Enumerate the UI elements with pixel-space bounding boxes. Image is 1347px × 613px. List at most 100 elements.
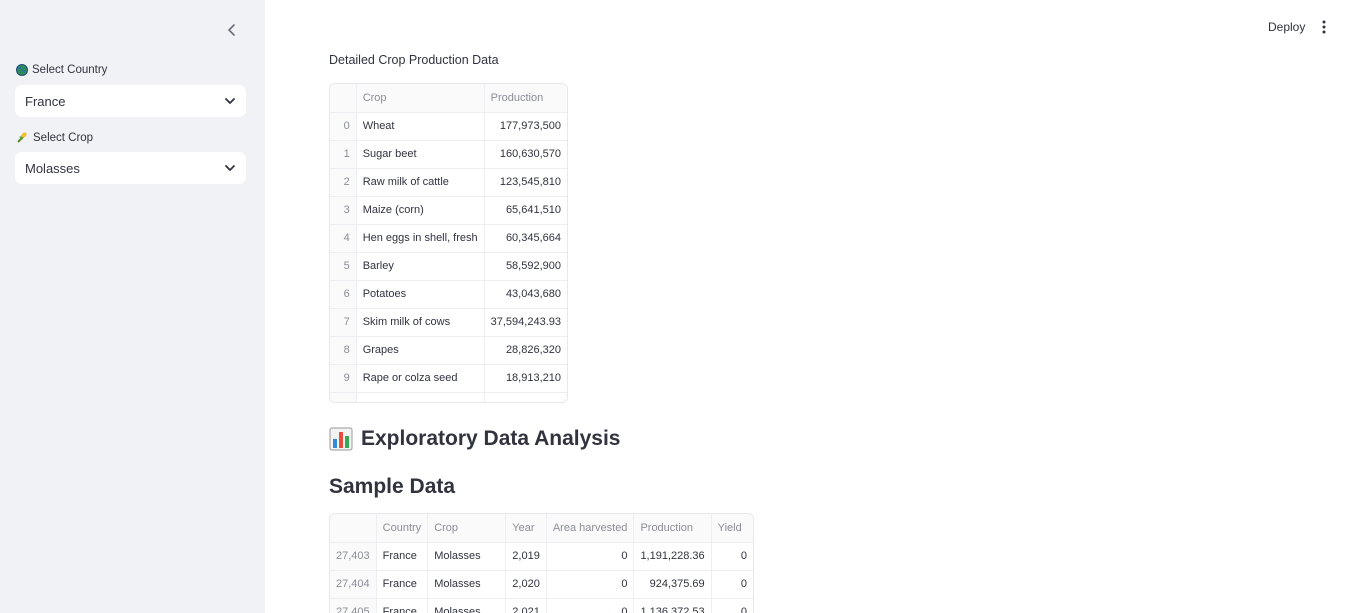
eda-heading: Exploratory Data Analysis <box>329 427 621 451</box>
cell-production[interactable]: 177,973,500 <box>484 112 567 141</box>
cell-partial <box>484 392 567 402</box>
cell-country[interactable]: France <box>376 542 429 571</box>
more-vertical-icon <box>1322 20 1326 34</box>
index-header[interactable] <box>330 514 377 543</box>
row-index: 8 <box>330 336 357 365</box>
row-index: 4 <box>330 224 357 253</box>
sample-data-table[interactable]: Country Crop Year Area harvested Product… <box>329 513 754 613</box>
eda-heading-text: Exploratory Data Analysis <box>361 427 621 450</box>
row-index: 5 <box>330 252 357 281</box>
cell-yield[interactable]: 0 <box>711 598 753 613</box>
cell-partial <box>356 392 485 402</box>
cell-yield[interactable]: 0 <box>711 542 753 571</box>
cell-area-harvested[interactable]: 0 <box>546 570 635 599</box>
cell-production[interactable]: 1,136,372.53 <box>633 598 712 613</box>
cell-area-harvested[interactable]: 0 <box>546 542 635 571</box>
table-row: 27,403 France Molasses 2,019 0 1,191,228… <box>330 542 753 571</box>
cell-production[interactable]: 58,592,900 <box>484 252 567 281</box>
column-header-crop[interactable]: Crop <box>356 84 485 113</box>
bar-chart-icon <box>329 427 353 451</box>
country-select[interactable]: France <box>15 85 246 117</box>
cell-production[interactable]: 60,345,664 <box>484 224 567 253</box>
cell-production[interactable]: 28,826,320 <box>484 336 567 365</box>
crop-table-caption: Detailed Crop Production Data <box>329 53 499 67</box>
cell-crop[interactable]: Potatoes <box>356 280 485 309</box>
chevron-down-icon <box>225 165 235 172</box>
table-row: 0 Wheat 177,973,500 <box>330 112 567 141</box>
column-header-production[interactable]: Production <box>633 514 712 543</box>
crop-label: Select Crop <box>16 131 93 144</box>
cell-crop[interactable]: Sugar beet <box>356 140 485 169</box>
table-row: 27,405 France Molasses 2,021 0 1,136,372… <box>330 598 753 613</box>
column-header-country[interactable]: Country <box>376 514 429 543</box>
table-row: 5 Barley 58,592,900 <box>330 252 567 281</box>
chevron-left-icon <box>227 24 235 36</box>
sidebar: Select Country France Select Crop Molass… <box>0 0 265 613</box>
row-index: 3 <box>330 196 357 225</box>
crop-select[interactable]: Molasses <box>15 152 246 184</box>
cell-production[interactable]: 123,545,810 <box>484 168 567 197</box>
column-header-year[interactable]: Year <box>505 514 547 543</box>
table-row: 7 Skim milk of cows 37,594,243.93 <box>330 308 567 337</box>
cell-crop[interactable]: Maize (corn) <box>356 196 485 225</box>
column-header-production[interactable]: Production <box>484 84 567 113</box>
cell-crop[interactable]: Rape or colza seed <box>356 364 485 393</box>
cell-production[interactable]: 37,594,243.93 <box>484 308 567 337</box>
cell-crop[interactable]: Wheat <box>356 112 485 141</box>
table-row: 27,404 France Molasses 2,020 0 924,375.6… <box>330 570 753 599</box>
cell-crop[interactable]: Grapes <box>356 336 485 365</box>
cell-production[interactable]: 43,043,680 <box>484 280 567 309</box>
cell-crop[interactable]: Barley <box>356 252 485 281</box>
cell-production[interactable]: 65,641,510 <box>484 196 567 225</box>
cell-country[interactable]: France <box>376 570 429 599</box>
table-row: 9 Rape or colza seed 18,913,210 <box>330 364 567 393</box>
chevron-down-icon <box>225 98 235 105</box>
cell-year[interactable]: 2,021 <box>505 598 547 613</box>
row-index: 27,403 <box>330 542 377 571</box>
cell-yield[interactable]: 0 <box>711 570 753 599</box>
column-header-area-harvested[interactable]: Area harvested <box>546 514 635 543</box>
cell-crop[interactable]: Hen eggs in shell, fresh <box>356 224 485 253</box>
column-header-crop[interactable]: Crop <box>427 514 507 543</box>
cell-country[interactable]: France <box>376 598 429 613</box>
crop-production-table[interactable]: Crop Production 0 Wheat 177,973,500 1 Su… <box>329 83 568 403</box>
globe-icon <box>16 64 28 76</box>
cell-year[interactable]: 2,019 <box>505 542 547 571</box>
cell-crop[interactable]: Molasses <box>427 598 507 613</box>
main-menu-button[interactable] <box>1314 17 1334 37</box>
column-header-yield[interactable]: Yield <box>711 514 753 543</box>
row-index: 1 <box>330 140 357 169</box>
country-select-value: France <box>25 93 66 109</box>
sample-data-heading: Sample Data <box>329 475 456 498</box>
table-row: 6 Potatoes 43,043,680 <box>330 280 567 309</box>
cell-year[interactable]: 2,020 <box>505 570 547 599</box>
table-row: 8 Grapes 28,826,320 <box>330 336 567 365</box>
row-index: 9 <box>330 364 357 393</box>
index-header[interactable] <box>330 84 357 113</box>
cell-crop[interactable]: Raw milk of cattle <box>356 168 485 197</box>
table-row-partial <box>330 392 567 402</box>
row-index: 2 <box>330 168 357 197</box>
cell-production[interactable]: 160,630,570 <box>484 140 567 169</box>
deploy-button[interactable]: Deploy <box>1262 17 1311 37</box>
cell-crop[interactable]: Molasses <box>427 542 507 571</box>
row-index: 27,405 <box>330 598 377 613</box>
table-row: 4 Hen eggs in shell, fresh 60,345,664 <box>330 224 567 253</box>
cell-crop[interactable]: Skim milk of cows <box>356 308 485 337</box>
table-row: 2 Raw milk of cattle 123,545,810 <box>330 168 567 197</box>
row-index: 0 <box>330 112 357 141</box>
crop-select-value: Molasses <box>25 160 80 176</box>
row-index: 6 <box>330 280 357 309</box>
cell-crop[interactable]: Molasses <box>427 570 507 599</box>
crop-icon <box>17 132 27 143</box>
table-row: 1 Sugar beet 160,630,570 <box>330 140 567 169</box>
collapse-sidebar-button[interactable] <box>222 20 242 40</box>
country-label: Select Country <box>16 64 107 76</box>
country-label-text: Select Country <box>32 64 108 76</box>
cell-production[interactable]: 18,913,210 <box>484 364 567 393</box>
row-index: 7 <box>330 308 357 337</box>
row-index-partial <box>330 392 357 402</box>
cell-area-harvested[interactable]: 0 <box>546 598 635 613</box>
cell-production[interactable]: 1,191,228.36 <box>633 542 712 571</box>
cell-production[interactable]: 924,375.69 <box>633 570 712 599</box>
